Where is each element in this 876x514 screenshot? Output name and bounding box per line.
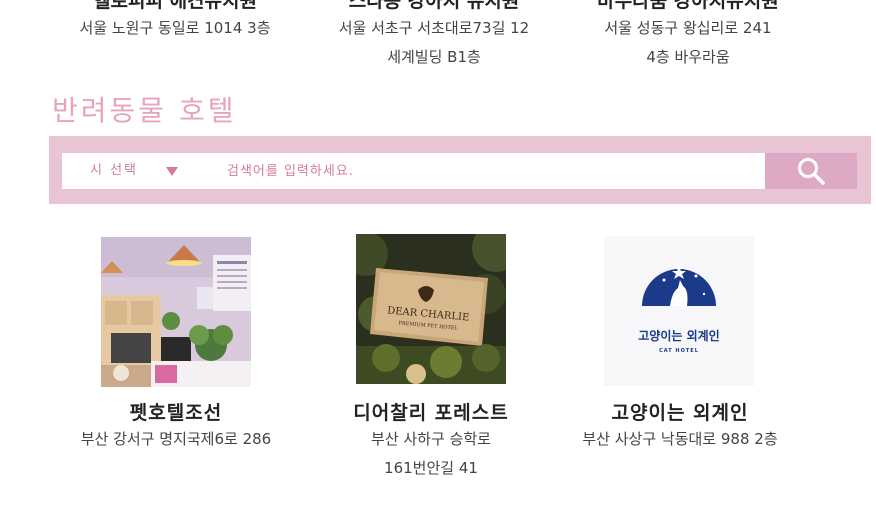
city-select-label: 시 선택 xyxy=(90,163,139,178)
hotel-name[interactable]: 펫호텔조선 xyxy=(56,398,296,425)
hotel-address: 부산 사상구 낙동대로 988 2층 xyxy=(582,430,778,448)
triangle-down-icon xyxy=(166,167,178,176)
city-select[interactable]: 시 선택 xyxy=(90,153,178,189)
hotel-card[interactable]: DEAR CHARLIE PREMIUM PET HOTEL 디어찰리 포레스트… xyxy=(311,234,551,484)
section-title: 반려동물 호텔 xyxy=(52,94,237,127)
hotel-address: 161번안길 41 xyxy=(384,459,478,477)
hotel-address: 부산 사하구 승학로 xyxy=(371,430,491,448)
kindergarten-card[interactable]: 헬로피피 애견유치원 서울 노원구 동일로 1014 3층 xyxy=(55,0,295,60)
kindergarten-address: 4층 바우라움 xyxy=(646,48,730,66)
hotel-name[interactable]: 고양이는 외계인 xyxy=(560,398,800,425)
search-icon xyxy=(798,158,825,185)
hotel-photo[interactable] xyxy=(101,237,251,387)
hotel-logo[interactable]: 고양이는 외계인 CAT HOTEL xyxy=(604,236,754,386)
kindergarten-address: 세계빌딩 B1층 xyxy=(387,48,481,66)
hotel-photo[interactable]: DEAR CHARLIE PREMIUM PET HOTEL xyxy=(356,234,506,384)
kindergarten-address: 서울 노원구 동일로 1014 3층 xyxy=(79,19,271,37)
dear-charlie-sign-image: DEAR CHARLIE PREMIUM PET HOTEL xyxy=(356,234,506,384)
kindergarten-card[interactable]: 바우라움 강아지유치원 서울 성동구 왕십리로 241 4층 바우라움 xyxy=(568,0,808,70)
cat-hotel-logo-image: 고양이는 외계인 CAT HOTEL xyxy=(604,236,754,386)
kindergarten-card[interactable]: 스타송 강아지 유치원 서울 서초구 서초대로73길 12 세계빌딩 B1층 xyxy=(314,0,554,70)
search-bar: 시 선택 xyxy=(49,136,871,204)
kindergarten-address: 서울 성동구 왕십리로 241 xyxy=(604,19,772,37)
hotel-card[interactable]: 고양이는 외계인 CAT HOTEL 고양이는 외계인 부산 사상구 낙동대로 … xyxy=(560,236,800,456)
search-input[interactable] xyxy=(227,153,747,189)
search-box: 시 선택 xyxy=(62,153,765,189)
logo-title: 고양이는 외계인 xyxy=(638,328,719,343)
hotel-name[interactable]: 디어찰리 포레스트 xyxy=(311,398,551,425)
kindergarten-name: 스타송 강아지 유치원 xyxy=(348,0,520,12)
hotel-address: 부산 강서구 명지국제6로 286 xyxy=(80,430,272,448)
search-button[interactable] xyxy=(765,153,857,189)
kindergarten-name: 바우라움 강아지유치원 xyxy=(597,0,779,12)
pet-hotel-interior-image xyxy=(101,237,251,387)
kindergarten-address: 서울 서초구 서초대로73길 12 xyxy=(338,19,530,37)
hotel-card[interactable]: 펫호텔조선 부산 강서구 명지국제6로 286 xyxy=(56,236,296,456)
logo-subtitle: CAT HOTEL xyxy=(659,348,699,354)
kindergarten-name: 헬로피피 애견유치원 xyxy=(93,0,257,12)
